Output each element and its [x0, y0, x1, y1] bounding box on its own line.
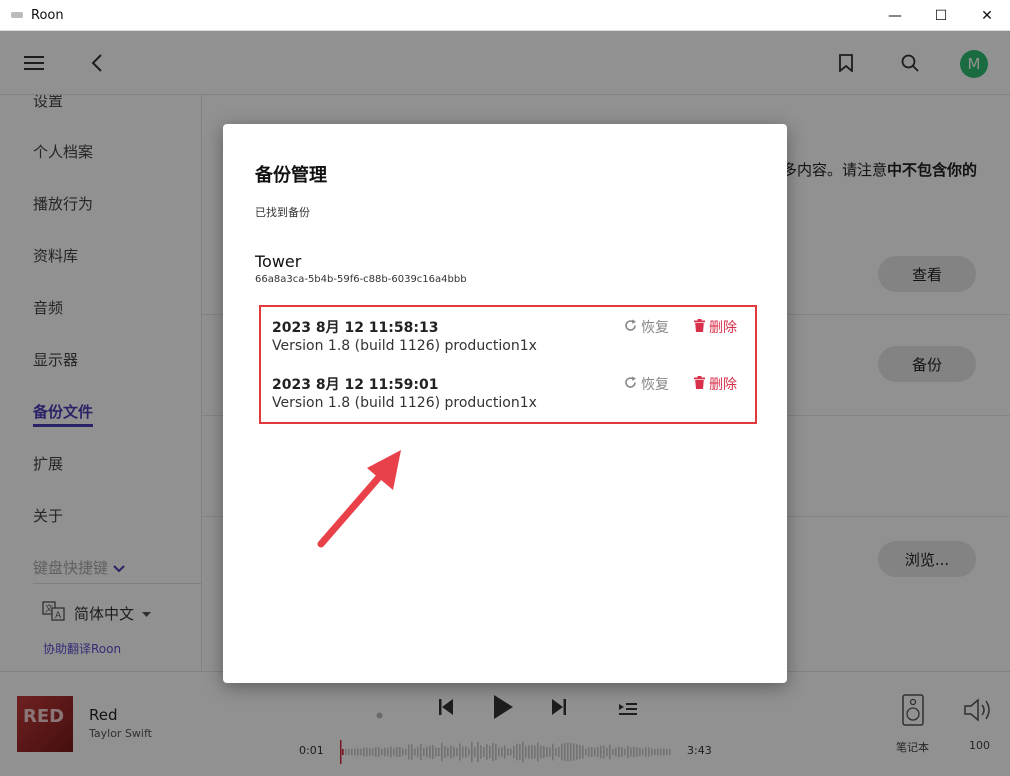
backup-date: 2023 8月 12 11:58:13	[272, 320, 439, 336]
window-titlebar: Roon — ☐ ✕	[0, 0, 1010, 31]
delete-label: 删除	[709, 377, 737, 393]
delete-label: 删除	[709, 320, 737, 336]
delete-button[interactable]: 删除	[694, 374, 737, 394]
backup-list-highlight: 2023 8月 12 11:58:13 Version 1.8 (build 1…	[259, 305, 757, 424]
window-controls: — ☐ ✕	[872, 0, 1010, 31]
backup-device-id: 66a8a3ca-5b4b-59f6-c88b-6039c16a4bbb	[255, 274, 467, 285]
backup-device-name: Tower	[255, 252, 302, 271]
maximize-button[interactable]: ☐	[918, 0, 964, 31]
trash-icon	[694, 318, 705, 336]
backup-version: Version 1.8 (build 1126) production1x	[272, 395, 537, 411]
list-item: 2023 8月 12 11:58:13 Version 1.8 (build 1…	[272, 317, 746, 361]
restore-icon	[624, 376, 637, 393]
restore-button[interactable]: 恢复	[624, 317, 669, 337]
minimize-button[interactable]: —	[872, 0, 918, 31]
trash-icon	[694, 375, 705, 393]
close-button[interactable]: ✕	[964, 0, 1010, 31]
restore-label: 恢复	[641, 320, 669, 336]
dialog-subtitle: 已找到备份	[255, 206, 310, 219]
list-item: 2023 8月 12 11:59:01 Version 1.8 (build 1…	[272, 374, 746, 418]
dialog-title: 备份管理	[255, 165, 327, 186]
restore-button[interactable]: 恢复	[624, 374, 669, 394]
restore-label: 恢复	[641, 377, 669, 393]
roon-logo-icon	[11, 12, 23, 18]
backup-date: 2023 8月 12 11:59:01	[272, 377, 439, 393]
delete-button[interactable]: 删除	[694, 317, 737, 337]
window-title: Roon	[31, 7, 64, 23]
annotation-arrow-icon	[317, 450, 401, 548]
backup-version: Version 1.8 (build 1126) production1x	[272, 338, 537, 354]
backup-management-dialog: 备份管理 已找到备份 Tower 66a8a3ca-5b4b-59f6-c88b…	[223, 124, 787, 683]
restore-icon	[624, 319, 637, 336]
